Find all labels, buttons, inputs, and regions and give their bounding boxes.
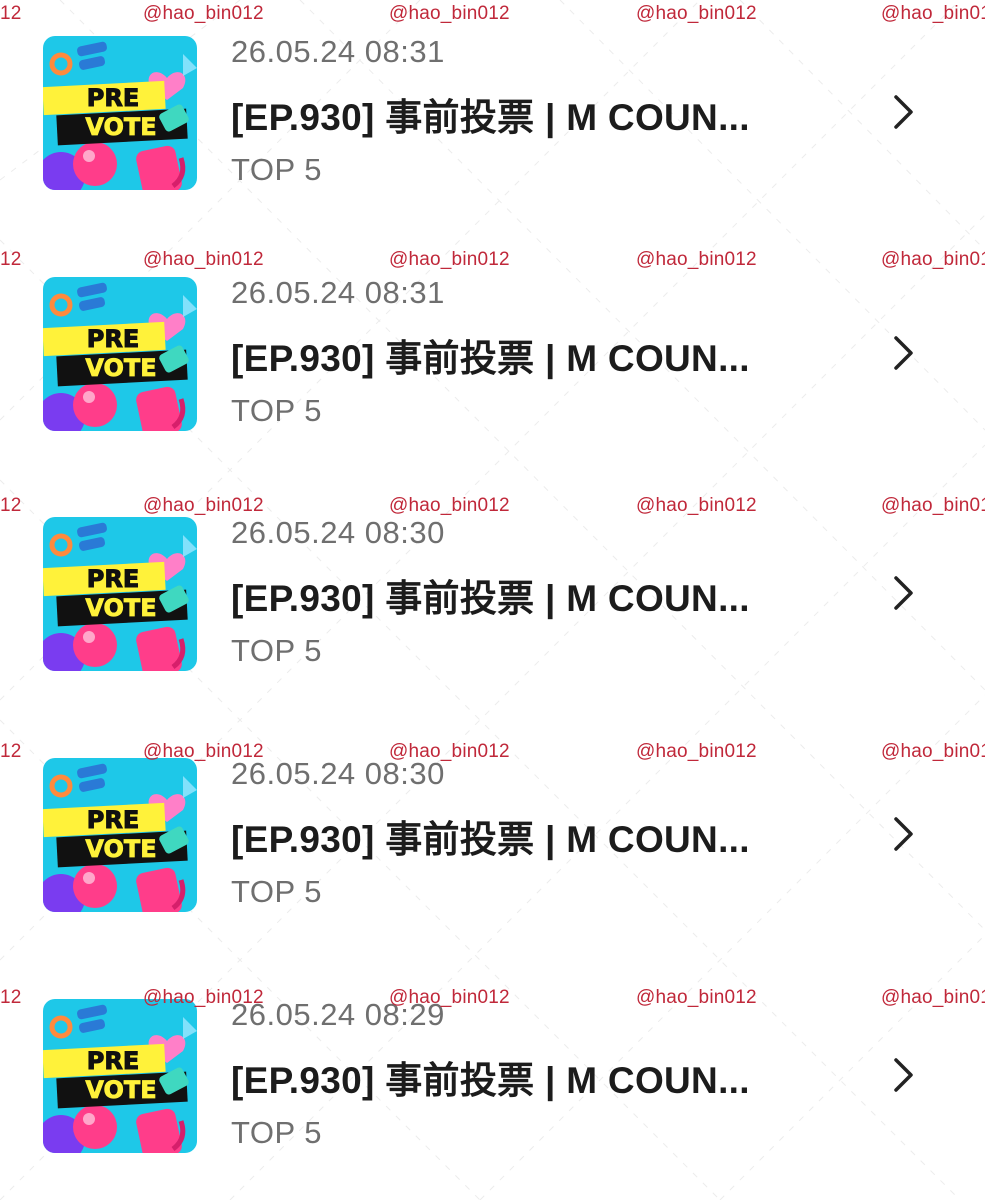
thumbnail-vote-text: VOTE [85,1076,156,1104]
pre-vote-thumbnail: PRE VOTE [43,758,197,912]
chevron-right-icon[interactable] [886,333,922,373]
vote-date: 26.05.24 08:31 [231,34,445,69]
vote-title: [EP.930] 事前投票 | M COUN... [231,1060,750,1101]
chevron-right-icon[interactable] [886,92,922,132]
chevron-right-icon[interactable] [886,814,922,854]
thumbnail-pre-text: PRE [87,1047,139,1075]
pre-vote-thumbnail: PRE VOTE [43,517,197,671]
thumbnail-pre-text: PRE [87,84,139,112]
vote-subtitle: TOP 5 [231,874,322,909]
vote-subtitle: TOP 5 [231,152,322,187]
thumbnail-pre-text: PRE [87,806,139,834]
vote-subtitle: TOP 5 [231,633,322,668]
list-item-5[interactable]: PRE VOTE 26.05.24 08:29 [EP.930] 事前投票 | … [0,963,985,1200]
pre-vote-thumbnail: PRE VOTE [43,36,197,190]
pre-vote-thumbnail: PRE VOTE [43,277,197,431]
vote-date: 26.05.24 08:31 [231,275,445,310]
chevron-right-icon[interactable] [886,1055,922,1095]
thumbnail-vote-text: VOTE [85,354,156,382]
vote-subtitle: TOP 5 [231,393,322,428]
vote-title: [EP.930] 事前投票 | M COUN... [231,97,750,138]
pre-vote-thumbnail: PRE VOTE [43,999,197,1153]
vote-title: [EP.930] 事前投票 | M COUN... [231,578,750,619]
vote-date: 26.05.24 08:30 [231,756,445,791]
chevron-right-icon[interactable] [886,573,922,613]
list-item-4[interactable]: PRE VOTE 26.05.24 08:30 [EP.930] 事前投票 | … [0,722,985,963]
vote-title: [EP.930] 事前投票 | M COUN... [231,338,750,379]
thumbnail-vote-text: VOTE [85,835,156,863]
vote-date: 26.05.24 08:30 [231,515,445,550]
vote-title: [EP.930] 事前投票 | M COUN... [231,819,750,860]
list-item-1[interactable]: PRE VOTE 26.05.24 08:31 [EP.930] 事前投票 | … [0,0,985,241]
thumbnail-vote-text: VOTE [85,113,156,141]
thumbnail-pre-text: PRE [87,565,139,593]
thumbnail-pre-text: PRE [87,325,139,353]
vote-history-list: PRE VOTE 26.05.24 08:31 [EP.930] 事前投票 | … [0,0,985,1200]
thumbnail-vote-text: VOTE [85,594,156,622]
vote-subtitle: TOP 5 [231,1115,322,1150]
list-item-2[interactable]: PRE VOTE 26.05.24 08:31 [EP.930] 事前投票 | … [0,241,985,482]
vote-date: 26.05.24 08:29 [231,997,445,1032]
list-item-3[interactable]: PRE VOTE 26.05.24 08:30 [EP.930] 事前投票 | … [0,481,985,722]
